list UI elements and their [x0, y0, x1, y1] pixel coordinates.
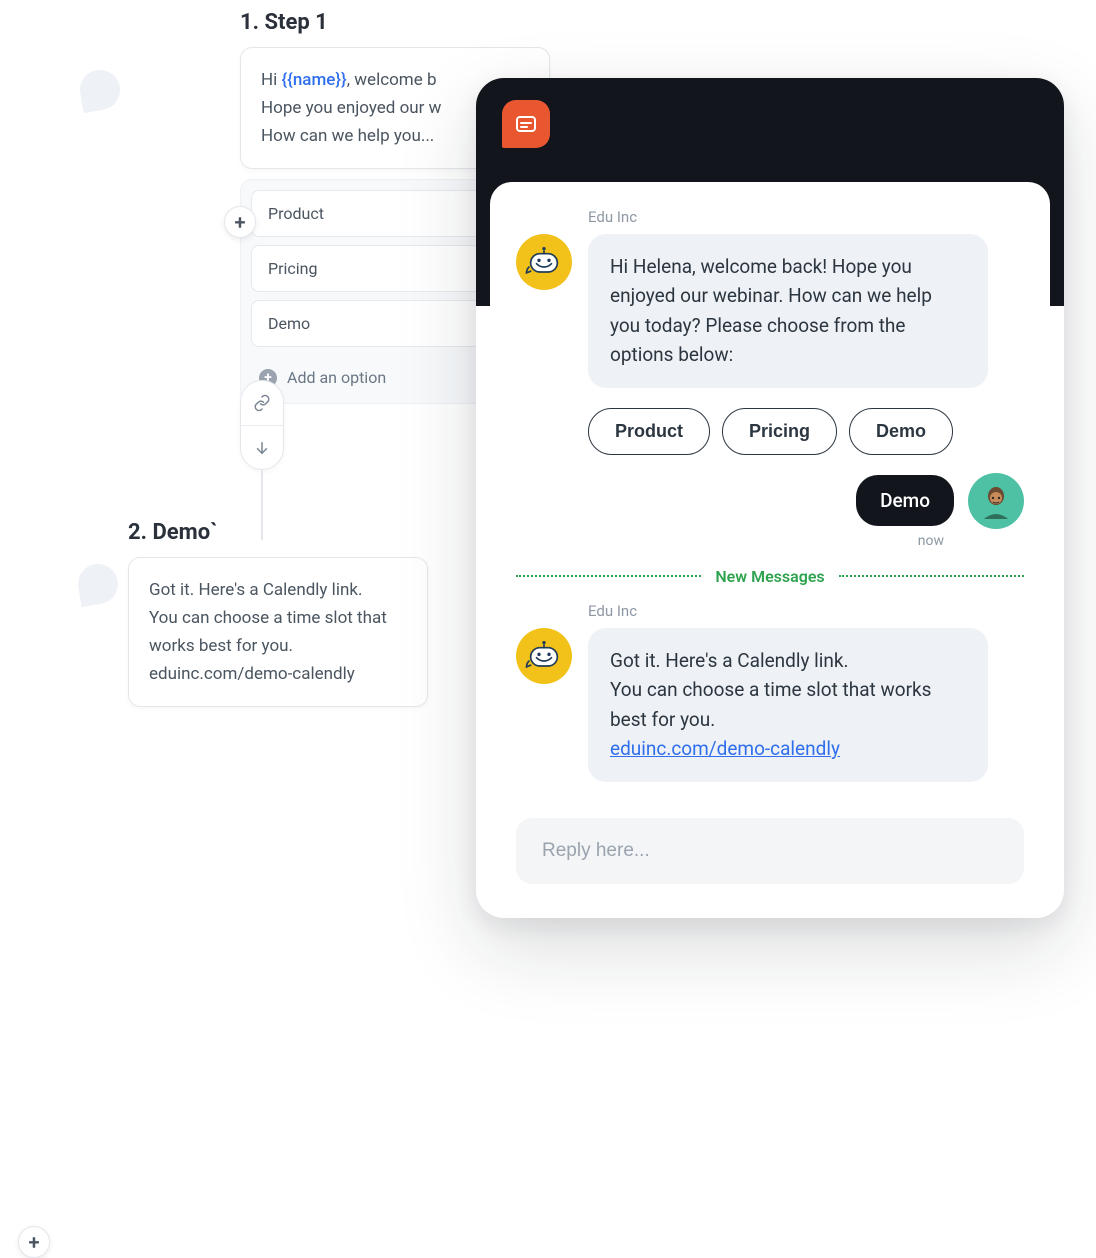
user-message-row: Demo: [516, 473, 1024, 529]
divider-label: New Messages: [715, 567, 824, 586]
step-2-l4: eduinc.com/demo-calendly: [149, 664, 355, 684]
step-1-msg-l3: How can we help you...: [261, 126, 434, 146]
bot-avatar-icon: [516, 234, 572, 290]
reply-input-container: [516, 818, 1024, 884]
bot-message-group: Edu Inc Hi Helena, welcome back! Hope yo…: [516, 208, 1024, 388]
quick-reply-product[interactable]: Product: [588, 408, 710, 455]
quick-reply-demo[interactable]: Demo: [849, 408, 953, 455]
bot-message-bubble: Hi Helena, welcome back! Hope you enjoye…: [588, 234, 988, 388]
flow-step-2: 2. Demo` Got it. Here's a Calendly link.…: [18, 520, 428, 707]
user-avatar: [968, 473, 1024, 529]
bot-msg2-l2: You can choose a time slot that works be…: [610, 678, 931, 730]
bot-avatar-icon: [516, 628, 572, 684]
decor-blob: [77, 67, 123, 113]
divider-line: [839, 575, 1024, 577]
decor-blob: [75, 561, 121, 607]
bot-message-group: Edu Inc Got it. Here's a Calendly link. …: [516, 602, 1024, 782]
quick-reply-chips: Product Pricing Demo: [588, 408, 1024, 455]
arrow-down-icon[interactable]: [241, 425, 283, 469]
step-2-l3: works best for you.: [149, 636, 293, 656]
new-messages-divider: New Messages: [516, 567, 1024, 586]
bot-msg2-l1: Got it. Here's a Calendly link.: [610, 649, 849, 672]
user-message-bubble: Demo: [856, 475, 954, 526]
quick-reply-pricing[interactable]: Pricing: [722, 408, 837, 455]
link-icon[interactable]: [241, 381, 283, 425]
step-2-l2: You can choose a time slot that: [149, 608, 387, 628]
step-1-msg-l1: , welcome b: [347, 70, 437, 90]
template-token-name: {{name}}: [281, 70, 346, 90]
step-1-title: 1. Step 1: [240, 10, 550, 35]
bot-message-bubble: Got it. Here's a Calendly link. You can …: [588, 628, 988, 782]
chat-widget: Edu Inc Hi Helena, welcome back! Hope yo…: [476, 78, 1064, 918]
step-2-message-card[interactable]: Got it. Here's a Calendly link. You can …: [128, 557, 428, 707]
add-option-label: Add an option: [287, 368, 386, 387]
add-step-button[interactable]: +: [18, 1226, 50, 1258]
step-1-msg-l2: Hope you enjoyed our w: [261, 98, 441, 118]
brand-logo: [502, 100, 550, 148]
flow-connector: [240, 380, 284, 540]
step-2-title: 2. Demo`: [128, 520, 428, 545]
step-1-msg-prefix: Hi: [261, 70, 281, 90]
sender-label: Edu Inc: [588, 602, 1024, 620]
divider-line: [516, 575, 701, 577]
sender-label: Edu Inc: [588, 208, 1024, 226]
chat-body: Edu Inc Hi Helena, welcome back! Hope yo…: [490, 182, 1050, 904]
add-step-button[interactable]: +: [224, 206, 256, 238]
reply-input[interactable]: [542, 840, 998, 862]
message-timestamp: now: [516, 533, 944, 549]
calendly-link[interactable]: eduinc.com/demo-calendly: [610, 737, 840, 760]
step-2-l1: Got it. Here's a Calendly link.: [149, 580, 362, 600]
